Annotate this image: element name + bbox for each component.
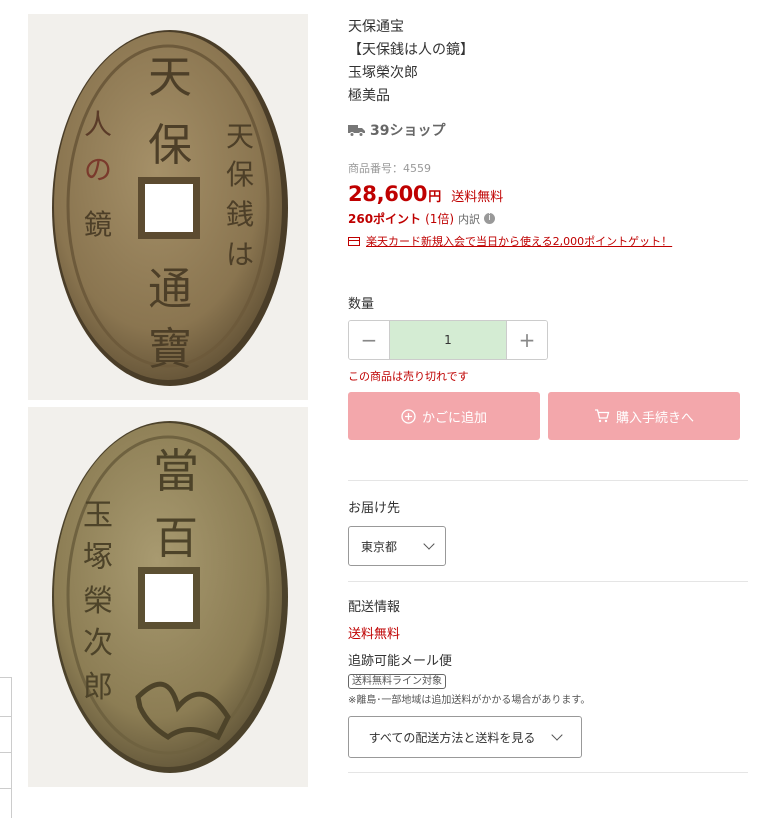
chevron-down-icon	[423, 538, 435, 550]
product-image-back[interactable]: 當 百 玉 塚 榮 次 郎	[28, 407, 308, 787]
checkout-button[interactable]: 購入手続きへ	[548, 392, 740, 440]
item-number: 商品番号：4559	[348, 162, 431, 175]
svg-text:天: 天	[226, 120, 254, 153]
svg-text:鏡: 鏡	[84, 208, 112, 241]
info-icon[interactable]: i	[484, 213, 496, 224]
delivery-label: お届け先	[348, 501, 401, 516]
price-currency: 円	[428, 190, 442, 205]
delivery-section: お届け先 東京都	[348, 481, 748, 566]
coin-char: 當	[153, 444, 199, 498]
card-promo-text: 楽天カード新規入会で当日から使える2,000ポイントゲット！	[366, 235, 673, 248]
coin-char: 寶	[148, 324, 192, 375]
quantity-stepper: − 1 +	[348, 320, 548, 360]
points-value: 260ポイント	[348, 212, 422, 226]
price-row: 28,600 円 送料無料	[348, 182, 748, 206]
checkout-label: 購入手続きへ	[615, 410, 694, 426]
quantity-plus-button[interactable]: +	[507, 321, 547, 359]
all-shipping-methods-button[interactable]: すべての配送方法と送料を見る	[348, 716, 582, 758]
shipping-free-label: 送料無料	[451, 190, 504, 205]
svg-text:の: の	[84, 153, 112, 186]
coin-back-illustration: 當 百 玉 塚 榮 次 郎	[52, 421, 288, 773]
price-value: 28,600	[348, 182, 428, 206]
chevron-down-icon	[551, 729, 564, 741]
shipping-free: 送料無料	[348, 627, 401, 642]
svg-text:次: 次	[83, 626, 113, 661]
free-shipping-line-badge: 送料無料ライン対象	[348, 674, 446, 689]
quantity-label: 数量	[348, 297, 375, 312]
coin-char: 通	[148, 264, 192, 315]
product-info-panel: 天保通宝 【天保銭は人の鏡】 玉塚榮次郎 極美品 39ショップ 商品番号：455…	[348, 16, 748, 773]
product-image-front[interactable]: 天 保 通 寶 天 保 銭 は 人 の 鏡	[28, 14, 308, 400]
table-edge	[0, 677, 12, 818]
soldout-message: この商品は売り切れです	[348, 370, 469, 383]
shipping-label: 配送情報	[348, 600, 401, 615]
cart-icon	[594, 409, 610, 423]
quantity-input[interactable]: 1	[389, 321, 507, 359]
coin-front-illustration: 天 保 通 寶 天 保 銭 は 人 の 鏡	[52, 30, 288, 386]
svg-text:郎: 郎	[83, 670, 113, 705]
coin-char: 保	[148, 120, 192, 171]
divider	[348, 772, 748, 773]
svg-text:保: 保	[226, 158, 254, 191]
svg-text:玉: 玉	[83, 498, 113, 533]
svg-text:人: 人	[84, 108, 112, 141]
shop-name: 39ショップ	[370, 123, 446, 139]
shipping-method: 追跡可能メール便	[348, 654, 453, 669]
shipping-section: 配送情報 送料無料 追跡可能メール便 送料無料ライン対象 ※離島･一部地域は追加…	[348, 582, 748, 758]
points-multiplier: (1倍)	[425, 212, 455, 226]
points-detail-link[interactable]: 内訳	[458, 211, 480, 227]
prefecture-select[interactable]: 東京都	[348, 526, 446, 566]
card-promo-link[interactable]: 楽天カード新規入会で当日から使える2,000ポイントゲット！	[348, 233, 748, 249]
svg-text:榮: 榮	[83, 584, 113, 619]
all-shipping-methods-label: すべての配送方法と送料を見る	[368, 730, 536, 745]
shop-badge[interactable]: 39ショップ	[348, 120, 748, 140]
purchase-buttons: かごに追加 購入手続きへ	[348, 392, 748, 440]
svg-text:銭: 銭	[226, 198, 254, 231]
add-to-cart-label: かごに追加	[421, 410, 487, 426]
add-to-cart-button[interactable]: かごに追加	[348, 392, 540, 440]
shipping-note: ※離島･一部地域は追加送料がかかる場合があります。	[348, 695, 591, 706]
prefecture-value: 東京都	[361, 539, 398, 554]
svg-text:塚: 塚	[83, 540, 113, 575]
points-row: 260ポイント (1倍) 内訳 i	[348, 210, 748, 227]
plus-circle-icon	[401, 408, 416, 424]
product-title: 天保通宝 【天保銭は人の鏡】 玉塚榮次郎 極美品	[348, 19, 474, 104]
coin-char: 百	[154, 513, 198, 564]
truck-icon	[348, 125, 365, 137]
svg-text:は: は	[226, 238, 254, 271]
coin-char: 天	[148, 52, 192, 103]
credit-card-icon	[348, 236, 360, 246]
quantity-minus-button[interactable]: −	[349, 321, 389, 359]
